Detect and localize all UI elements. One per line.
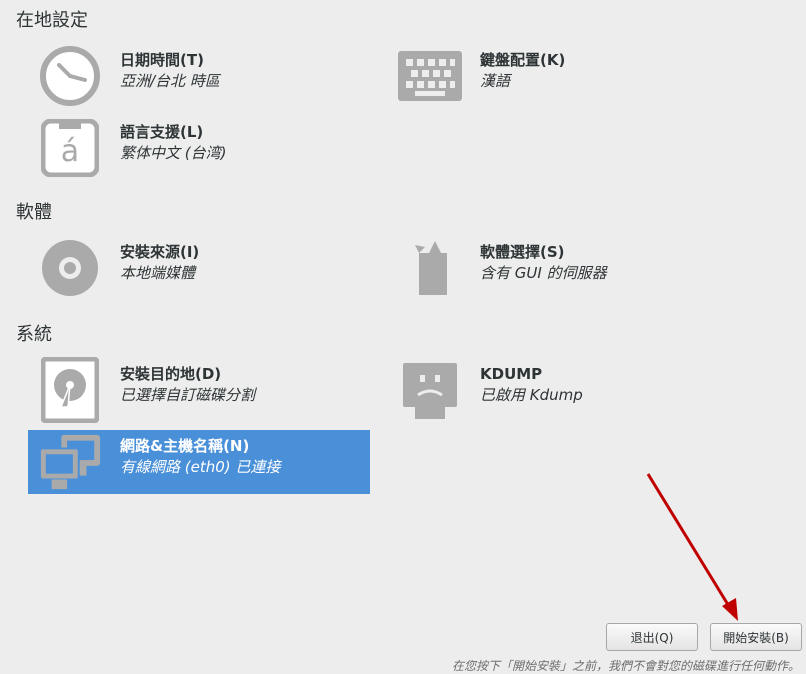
- spoke-datetime[interactable]: 日期時間(T) 亞洲/台北 時區: [38, 44, 368, 110]
- spoke-source-title: 安裝來源(I): [120, 243, 200, 261]
- spoke-kdump-status: 已啟用 Kdump: [480, 386, 583, 404]
- package-icon: [398, 236, 462, 300]
- spoke-datetime-title: 日期時間(T): [120, 51, 204, 69]
- spoke-source-status: 本地端媒體: [120, 264, 196, 282]
- quit-button[interactable]: 退出(Q): [606, 623, 698, 651]
- spoke-keyboard-title: 鍵盤配置(K): [480, 51, 566, 69]
- spoke-language-title: 語言支援(L): [120, 123, 204, 141]
- spoke-datetime-status: 亞洲/台北 時區: [120, 72, 220, 90]
- spoke-kdump[interactable]: KDUMP 已啟用 Kdump: [398, 358, 728, 426]
- spoke-network-title: 網路&主機名稱(N): [120, 437, 250, 455]
- network-icon: [38, 430, 102, 494]
- spoke-network-status: 有線網路 (eth0) 已連接: [120, 458, 281, 476]
- footer-note: 在您按下「開始安裝」之前，我們不會對您的磁碟進行任何動作。: [451, 659, 800, 673]
- keyboard-icon: [398, 44, 462, 108]
- spoke-network[interactable]: 網路&主機名稱(N) 有線網路 (eth0) 已連接: [28, 430, 370, 494]
- language-glyph: á: [60, 133, 80, 169]
- language-icon: á: [38, 116, 102, 180]
- spoke-keyboard-status: 漢語: [480, 72, 511, 90]
- spoke-destination[interactable]: 安裝目的地(D) 已選擇自訂磁碟分割: [38, 357, 368, 426]
- spoke-kdump-title: KDUMP: [480, 365, 543, 383]
- kdump-icon: [398, 358, 462, 422]
- spoke-source[interactable]: 安裝來源(I) 本地端媒體: [38, 236, 368, 302]
- spoke-software[interactable]: 軟體選擇(S) 含有 GUI 的伺服器: [398, 236, 728, 302]
- spoke-software-status: 含有 GUI 的伺服器: [480, 264, 607, 282]
- harddisk-icon: [38, 357, 102, 423]
- disc-icon: [38, 236, 102, 300]
- spoke-destination-title: 安裝目的地(D): [120, 365, 222, 383]
- spoke-destination-status: 已選擇自訂磁碟分割: [120, 386, 256, 404]
- spoke-keyboard[interactable]: 鍵盤配置(K) 漢語: [398, 44, 728, 110]
- section-title-software: 軟體: [16, 202, 52, 223]
- spoke-language-status: 繁体中文 (台湾): [120, 144, 227, 162]
- section-title-localization: 在地設定: [16, 10, 88, 31]
- section-title-system: 系統: [16, 324, 52, 345]
- begin-installation-button[interactable]: 開始安裝(B): [710, 623, 802, 651]
- spoke-language[interactable]: á 語言支援(L) 繁体中文 (台湾): [38, 116, 368, 180]
- spoke-software-title: 軟體選擇(S): [480, 243, 565, 261]
- clock-icon: [38, 44, 102, 108]
